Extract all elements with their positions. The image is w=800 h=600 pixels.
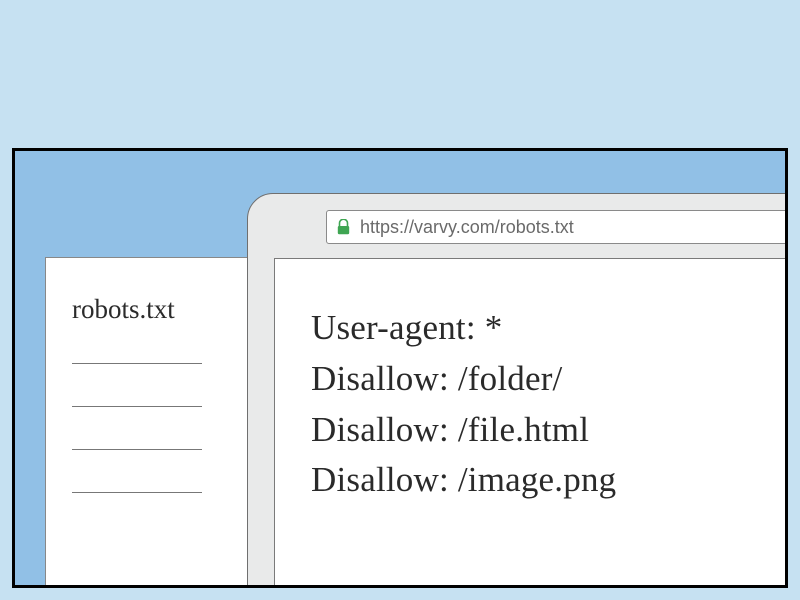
document-line [72, 406, 202, 407]
browser-window: https://varvy.com/robots.txt User-agent:… [247, 193, 788, 588]
document-line [72, 363, 202, 364]
robots-line: Disallow: /image.png [311, 455, 770, 506]
robots-line: Disallow: /folder/ [311, 354, 770, 405]
document-line [72, 449, 202, 450]
document-title: robots.txt [72, 294, 238, 325]
document-line [72, 492, 202, 493]
robots-line: User-agent: * [311, 303, 770, 354]
address-bar[interactable]: https://varvy.com/robots.txt [326, 210, 788, 244]
lock-icon [337, 219, 350, 235]
illustration-frame: robots.txt https://varvy.com/robots.txt … [12, 148, 788, 588]
url-text: https://varvy.com/robots.txt [360, 217, 574, 238]
robots-line: Disallow: /file.html [311, 405, 770, 456]
document-card: robots.txt [45, 257, 265, 588]
browser-viewport: User-agent: * Disallow: /folder/ Disallo… [274, 258, 788, 588]
